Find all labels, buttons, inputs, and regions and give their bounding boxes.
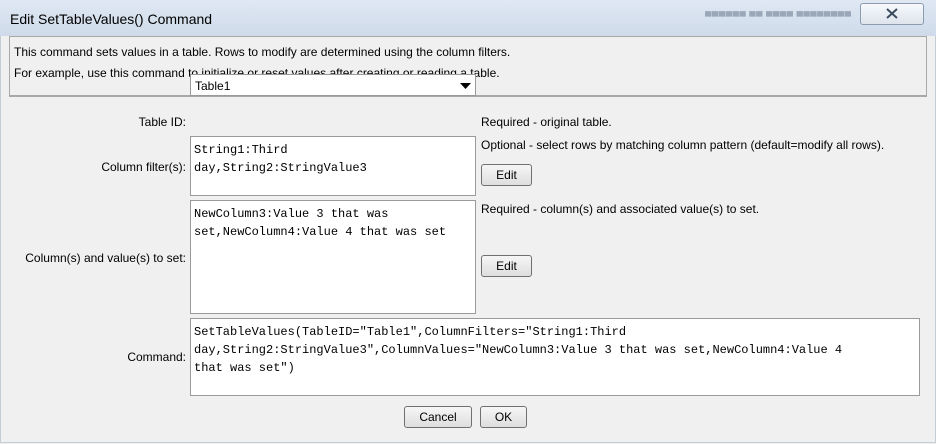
close-icon (886, 8, 898, 19)
table-id-note: Required - original table. (481, 115, 612, 129)
column-values-label: Column(s) and value(s) to set: (25, 251, 186, 265)
column-values-edit-button[interactable]: Edit (481, 255, 532, 277)
column-values-input[interactable]: NewColumn3:Value 3 that was set,NewColum… (190, 200, 476, 314)
column-filters-edit-button[interactable]: Edit (481, 164, 532, 186)
window-title: Edit SetTableValues() Command (10, 11, 213, 27)
info-line-1: This command sets values in a table. Row… (14, 45, 511, 59)
table-id-select[interactable]: Table1 (190, 74, 476, 96)
table-id-label: Table ID: (138, 115, 186, 129)
command-textarea[interactable]: SetTableValues(TableID="Table1",ColumnFi… (190, 318, 920, 396)
cancel-button[interactable]: Cancel (404, 406, 472, 428)
ok-button[interactable]: OK (480, 406, 527, 428)
command-label: Command: (127, 350, 186, 364)
column-filters-input[interactable]: String1:Third day,String2:StringValue3 (190, 136, 476, 196)
column-values-note: Required - column(s) and associated valu… (481, 202, 760, 216)
table-id-value: Table1 (195, 79, 231, 93)
chevron-down-icon (460, 83, 471, 89)
divider (9, 96, 927, 97)
faded-window-text: ▄▄▄▄▄▄ ▄▄ ▄▄▄▄ ▄▄▄▄▄▄▄▄ (705, 6, 852, 16)
close-button[interactable] (860, 3, 924, 25)
column-filters-label: Column filter(s): (101, 160, 186, 174)
title-bar: Edit SetTableValues() Command ▄▄▄▄▄▄ ▄▄ … (0, 0, 936, 37)
column-filters-note: Optional - select rows by matching colum… (481, 138, 885, 152)
